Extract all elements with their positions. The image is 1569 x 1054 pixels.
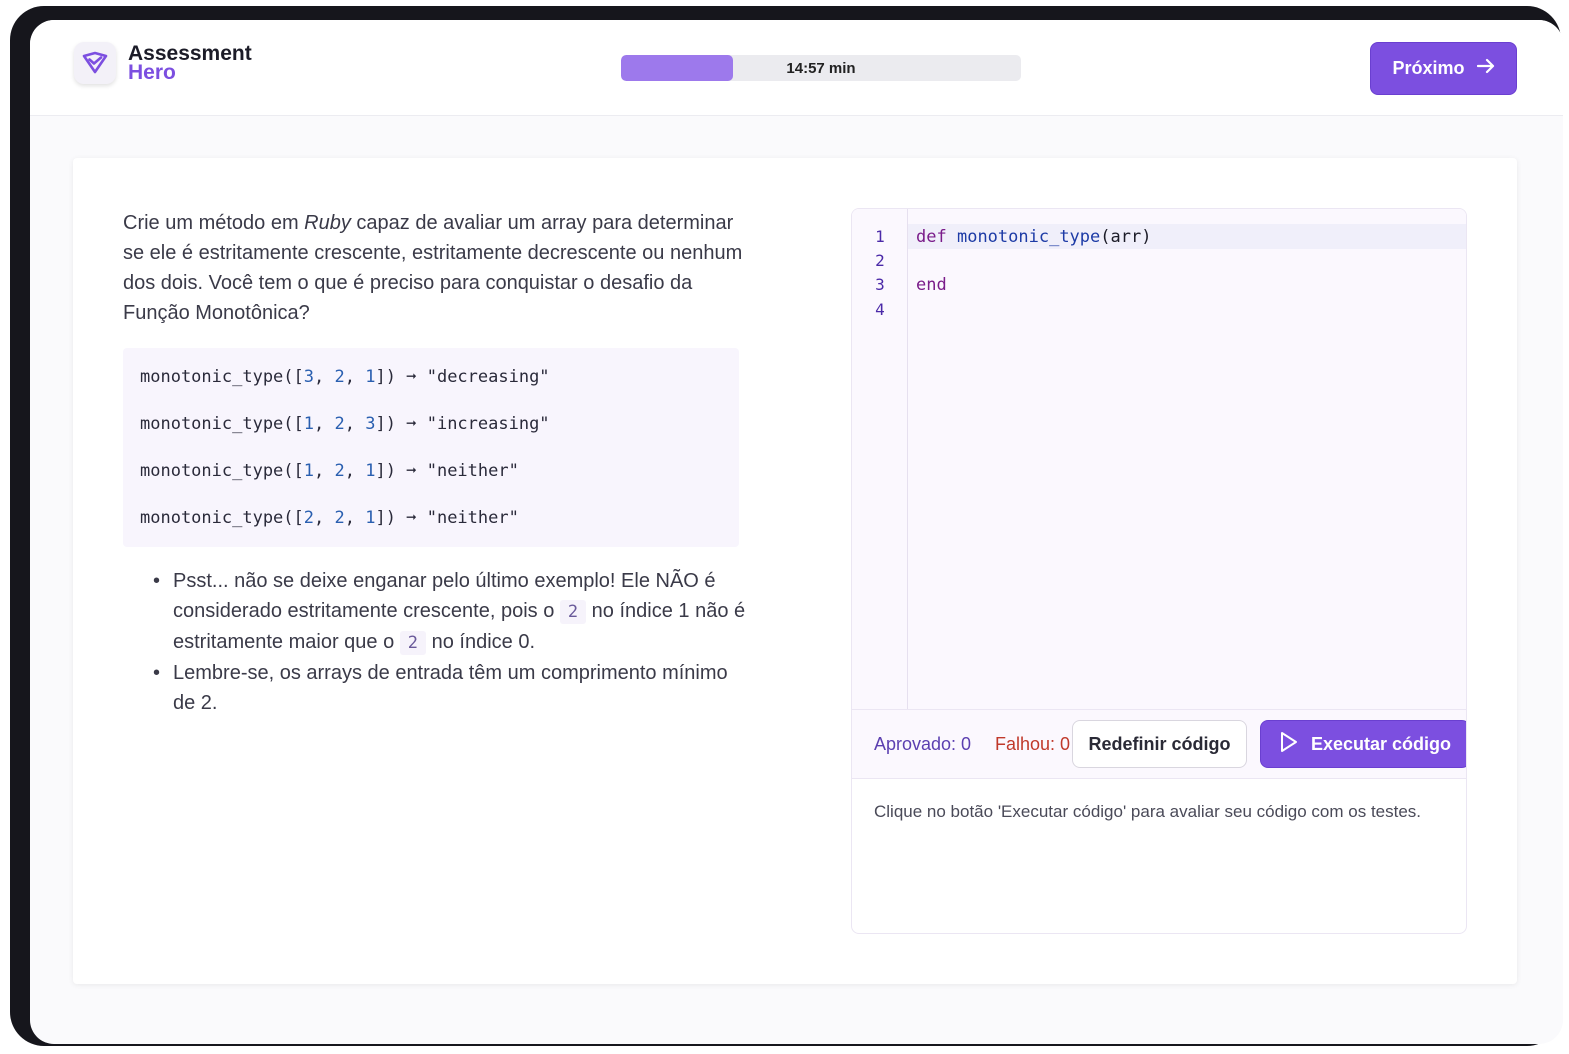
- example-arg: 1: [365, 367, 376, 387]
- arrow-right-icon: [1476, 58, 1495, 79]
- example-row: monotonic_type([3, 2, 1]) ➞ "decreasing": [140, 367, 550, 387]
- arrow-icon: ➞: [406, 461, 417, 481]
- example-call: monotonic_type: [140, 414, 284, 434]
- timer-progress-bar: 14:57 min: [621, 55, 1021, 81]
- challenge-card: Crie um método em Ruby capaz de avaliar …: [73, 158, 1517, 984]
- example-result: "decreasing": [426, 367, 550, 387]
- example-call: monotonic_type: [140, 367, 284, 387]
- note-item: Lembre-se, os arrays de entrada têm um c…: [153, 658, 753, 718]
- code-function-name: monotonic_type: [956, 227, 1101, 247]
- code-keyword: end: [916, 275, 947, 295]
- app-screen: Assessment Hero 14:57 min Próximo Crie u…: [30, 20, 1563, 1044]
- inline-code: 2: [399, 631, 427, 655]
- reset-code-button[interactable]: Redefinir código: [1072, 720, 1247, 768]
- example-row: monotonic_type([2, 2, 1]) ➞ "neither": [140, 508, 519, 528]
- example-arg: 2: [334, 367, 345, 387]
- passed-count: Aprovado: 0: [874, 734, 972, 754]
- arrow-icon: ➞: [406, 367, 417, 387]
- example-arg: 3: [365, 414, 376, 434]
- failed-count: Falhou: 0: [995, 734, 1071, 754]
- example-arg: 2: [334, 508, 345, 528]
- line-number: 1: [875, 227, 885, 246]
- brand-name-line2: Hero: [128, 61, 176, 84]
- reset-code-button-label: Redefinir código: [1088, 733, 1231, 754]
- next-button-label: Próximo: [1392, 58, 1465, 78]
- code-keyword: def: [916, 227, 947, 247]
- test-controls-bar: Aprovado: 0 Falhou: 0 Redefinir código E…: [852, 709, 1466, 779]
- prompt-language: Ruby: [304, 212, 351, 234]
- test-output-message: Clique no botão 'Executar código' para a…: [874, 802, 1422, 821]
- notes-list: Psst... não se deixe enganar pelo último…: [153, 566, 753, 718]
- example-result: "increasing": [426, 414, 550, 434]
- device-frame: Assessment Hero 14:57 min Próximo Crie u…: [10, 6, 1563, 1046]
- timer-label: 14:57 min: [786, 59, 856, 77]
- example-result: "neither": [426, 461, 519, 481]
- play-icon: [1279, 731, 1299, 758]
- check-shield-icon: [74, 42, 116, 84]
- code-panel: 1 2 3 4 def monotonic_type(arr) end Apro…: [851, 208, 1467, 934]
- code-line[interactable]: end: [916, 273, 947, 297]
- example-arg: 2: [334, 461, 345, 481]
- brand-logo[interactable]: Assessment Hero: [74, 42, 252, 84]
- line-number: 4: [875, 300, 885, 319]
- code-params: (arr): [1100, 227, 1152, 247]
- example-arg: 1: [365, 461, 376, 481]
- example-arg: 3: [303, 367, 315, 387]
- question-prompt: Crie um método em Ruby capaz de avaliar …: [123, 208, 743, 328]
- note-text: no índice 0.: [426, 631, 535, 653]
- example-row: monotonic_type([1, 2, 3]) ➞ "increasing": [140, 414, 550, 434]
- example-result: "neither": [426, 508, 519, 528]
- example-row: monotonic_type([1, 2, 1]) ➞ "neither": [140, 461, 519, 481]
- example-arg: 1: [303, 414, 315, 434]
- line-number: 2: [875, 251, 885, 270]
- brand-name: Assessment Hero: [128, 43, 252, 84]
- example-arg: 1: [365, 508, 376, 528]
- code-editor[interactable]: 1 2 3 4 def monotonic_type(arr) end: [852, 209, 1466, 709]
- code-line[interactable]: def monotonic_type(arr): [916, 225, 1151, 249]
- example-call: monotonic_type: [140, 508, 284, 528]
- run-code-button[interactable]: Executar código: [1260, 720, 1466, 768]
- example-arg: 2: [334, 414, 345, 434]
- examples-block: monotonic_type([3, 2, 1]) ➞ "decreasing"…: [123, 348, 739, 547]
- arrow-icon: ➞: [406, 414, 417, 434]
- inline-code: 2: [559, 600, 587, 624]
- example-arg: 1: [303, 461, 315, 481]
- run-code-button-label: Executar código: [1310, 733, 1452, 754]
- note-text: Lembre-se, os arrays de entrada têm um c…: [173, 662, 728, 714]
- example-arg: 2: [303, 508, 315, 528]
- example-call: monotonic_type: [140, 461, 284, 481]
- next-button[interactable]: Próximo: [1370, 42, 1517, 95]
- line-number: 3: [875, 275, 885, 294]
- top-header: Assessment Hero 14:57 min Próximo: [30, 20, 1563, 116]
- prompt-text-start: Crie um método em: [123, 212, 305, 234]
- note-item: Psst... não se deixe enganar pelo último…: [153, 566, 753, 658]
- arrow-icon: ➞: [406, 508, 417, 528]
